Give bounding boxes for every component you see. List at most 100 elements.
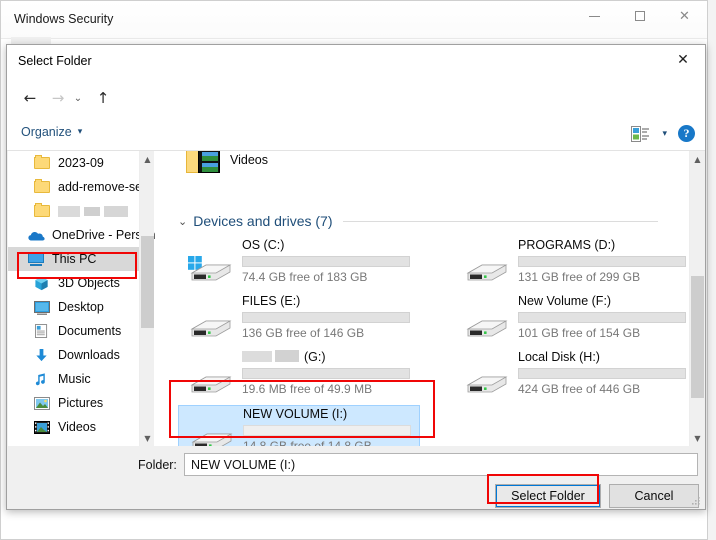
devices-and-drives-group-header[interactable]: ⌄ Devices and drives (7) [178,213,658,229]
navigation-pane-scrollbar[interactable]: ▲ ▼ [139,151,154,447]
blurred-label [58,205,128,218]
help-button[interactable]: ? [678,125,695,142]
drive-item[interactable]: FILES (E:) 136 GB free of 146 GB [178,293,420,345]
scroll-down-arrow[interactable]: ▼ [690,430,704,447]
sidebar-item-onedrive-person[interactable]: OneDrive - Person [8,223,156,247]
drive-item[interactable]: PROGRAMS (D:) 131 GB free of 299 GB [454,237,696,289]
sidebar-item-3d-objects[interactable]: 3D Objects [8,271,154,295]
drive-usage-bar [242,368,410,379]
drive-icon [187,424,235,447]
sidebar-item-this-pc[interactable]: This PC [8,247,154,271]
sidebar-item-add-remove-sec[interactable]: add-remove-sec [8,175,154,199]
this-pc-icon [28,251,45,267]
file-pane-scrollbar[interactable]: ▲ ▼ [689,151,704,447]
cancel-button[interactable]: Cancel [609,484,699,508]
videos-folder-icon [186,151,220,175]
minimize-icon [589,15,600,17]
drive-item[interactable]: (G:) 19.6 MB free of 49.9 MB [178,349,420,401]
sidebar-item-blurred[interactable] [8,199,154,223]
dialog-footer: Folder: NEW VOLUME (I:) Select Folder Ca… [8,446,704,508]
folder-icon [34,155,51,171]
sidebar-item-2023-09[interactable]: 2023-09 [8,151,154,175]
select-folder-dialog: Select Folder ✕ ← → ⌄ ↑ › This PC › ⌄ ↻ … [6,44,706,510]
drive-usage-bar [242,312,410,323]
scroll-thumb[interactable] [691,276,704,398]
drive-label: FILES (E:) [242,294,301,308]
select-folder-button[interactable]: Select Folder [495,484,601,508]
file-list-pane: Videos ⌄ Devices and drives (7) OS (C:) 7… [172,151,704,447]
drive-icon [462,255,510,285]
sidebar-item-label: add-remove-sec [58,180,149,194]
scroll-up-arrow[interactable]: ▲ [140,151,155,168]
view-options-icon[interactable] [631,126,649,142]
drive-item[interactable]: Local Disk (H:) 424 GB free of 446 GB [454,349,696,401]
drive-usage-bar [518,368,686,379]
pane-splitter[interactable] [164,151,172,447]
recent-locations-button[interactable]: ⌄ [69,85,87,111]
sidebar-item-desktop[interactable]: Desktop [8,295,154,319]
videos-folder-label: Videos [230,153,268,167]
sidebar-item-videos[interactable]: Videos [8,415,154,439]
up-button[interactable]: ↑ [90,85,116,111]
close-icon: ✕ [679,8,690,24]
resize-grip[interactable] [691,496,701,506]
scroll-down-arrow[interactable]: ▼ [140,430,155,447]
dialog-body: 2023-09 add-remove-sec OneDrive - Person Th… [8,151,704,447]
navigation-pane: 2023-09 add-remove-sec OneDrive - Person Th… [8,151,164,447]
drive-usage-bar [243,425,411,436]
close-button[interactable]: ✕ [662,1,707,31]
forward-button[interactable]: → [45,85,71,111]
drive-free-space: 136 GB free of 146 GB [242,326,365,340]
sidebar-item-label: Videos [58,420,96,434]
sidebar-item-downloads[interactable]: Downloads [8,343,154,367]
drive-icon [462,367,510,397]
sidebar-item-label: This PC [52,252,97,266]
drive-item[interactable]: OS (C:) 74.4 GB free of 183 GB [178,237,420,289]
organize-label: Organize [21,125,72,139]
view-options-dropdown[interactable]: ▾ [662,129,667,139]
close-icon: ✕ [677,52,689,68]
drive-usage-bar [518,256,686,267]
maximize-icon [634,11,645,21]
list-item-videos-folder[interactable]: Videos [186,151,268,175]
chevron-down-icon: ⌄ [178,214,188,228]
drive-label: New Volume (F:) [518,294,612,308]
downloads-icon [34,347,51,363]
sidebar-item-documents[interactable]: Documents [8,319,154,343]
drive-item[interactable]: NEW VOLUME (I:) 14.8 GB free of 14.8 GB [178,405,420,447]
drive-usage-bar [242,256,410,267]
chevron-down-icon: ▾ [662,129,667,139]
dialog-close-button[interactable]: ✕ [661,45,705,75]
drive-free-space: 19.6 MB free of 49.9 MB [242,382,373,396]
sidebar-item-music[interactable]: Music [8,367,154,391]
screenshot-root: Windows Security ✕ Select Folder ✕ ← → ⌄… [0,0,716,540]
folder-tree: 2023-09 add-remove-sec OneDrive - Person Th… [8,151,156,439]
sidebar-item-label: 2023-09 [58,156,104,170]
sidebar-item-label: Downloads [58,348,120,362]
3d-objects-icon [34,275,51,291]
drive-label: (G:) [304,350,326,364]
scroll-up-arrow[interactable]: ▲ [690,151,704,168]
organize-button[interactable]: Organize ▾ [21,125,82,139]
desktop-icon [34,299,51,315]
maximize-button[interactable] [617,1,662,31]
folder-path-input[interactable]: NEW VOLUME (I:) [184,453,698,476]
sidebar-item-label: Pictures [58,396,104,410]
drive-item[interactable]: New Volume (F:) 101 GB free of 154 GB [454,293,696,345]
sidebar-item-label: 3D Objects [58,276,120,290]
scroll-thumb[interactable] [141,236,154,328]
minimize-button[interactable] [572,1,617,31]
sidebar-item-label: Desktop [58,300,104,314]
drive-icon [186,311,234,341]
question-mark-icon: ? [683,126,690,140]
drive-label: NEW VOLUME (I:) [243,407,348,421]
windows-drive-icon [186,255,234,285]
sidebar-item-label: Music [58,372,91,386]
drive-icon [462,311,510,341]
documents-icon [34,323,51,339]
command-toolbar: Organize ▾ ▾ ? [7,119,705,151]
back-button[interactable]: ← [17,85,43,111]
windows-security-titlebar: Windows Security ✕ [1,1,707,39]
dialog-titlebar: Select Folder ✕ [7,45,705,77]
sidebar-item-pictures[interactable]: Pictures [8,391,154,415]
